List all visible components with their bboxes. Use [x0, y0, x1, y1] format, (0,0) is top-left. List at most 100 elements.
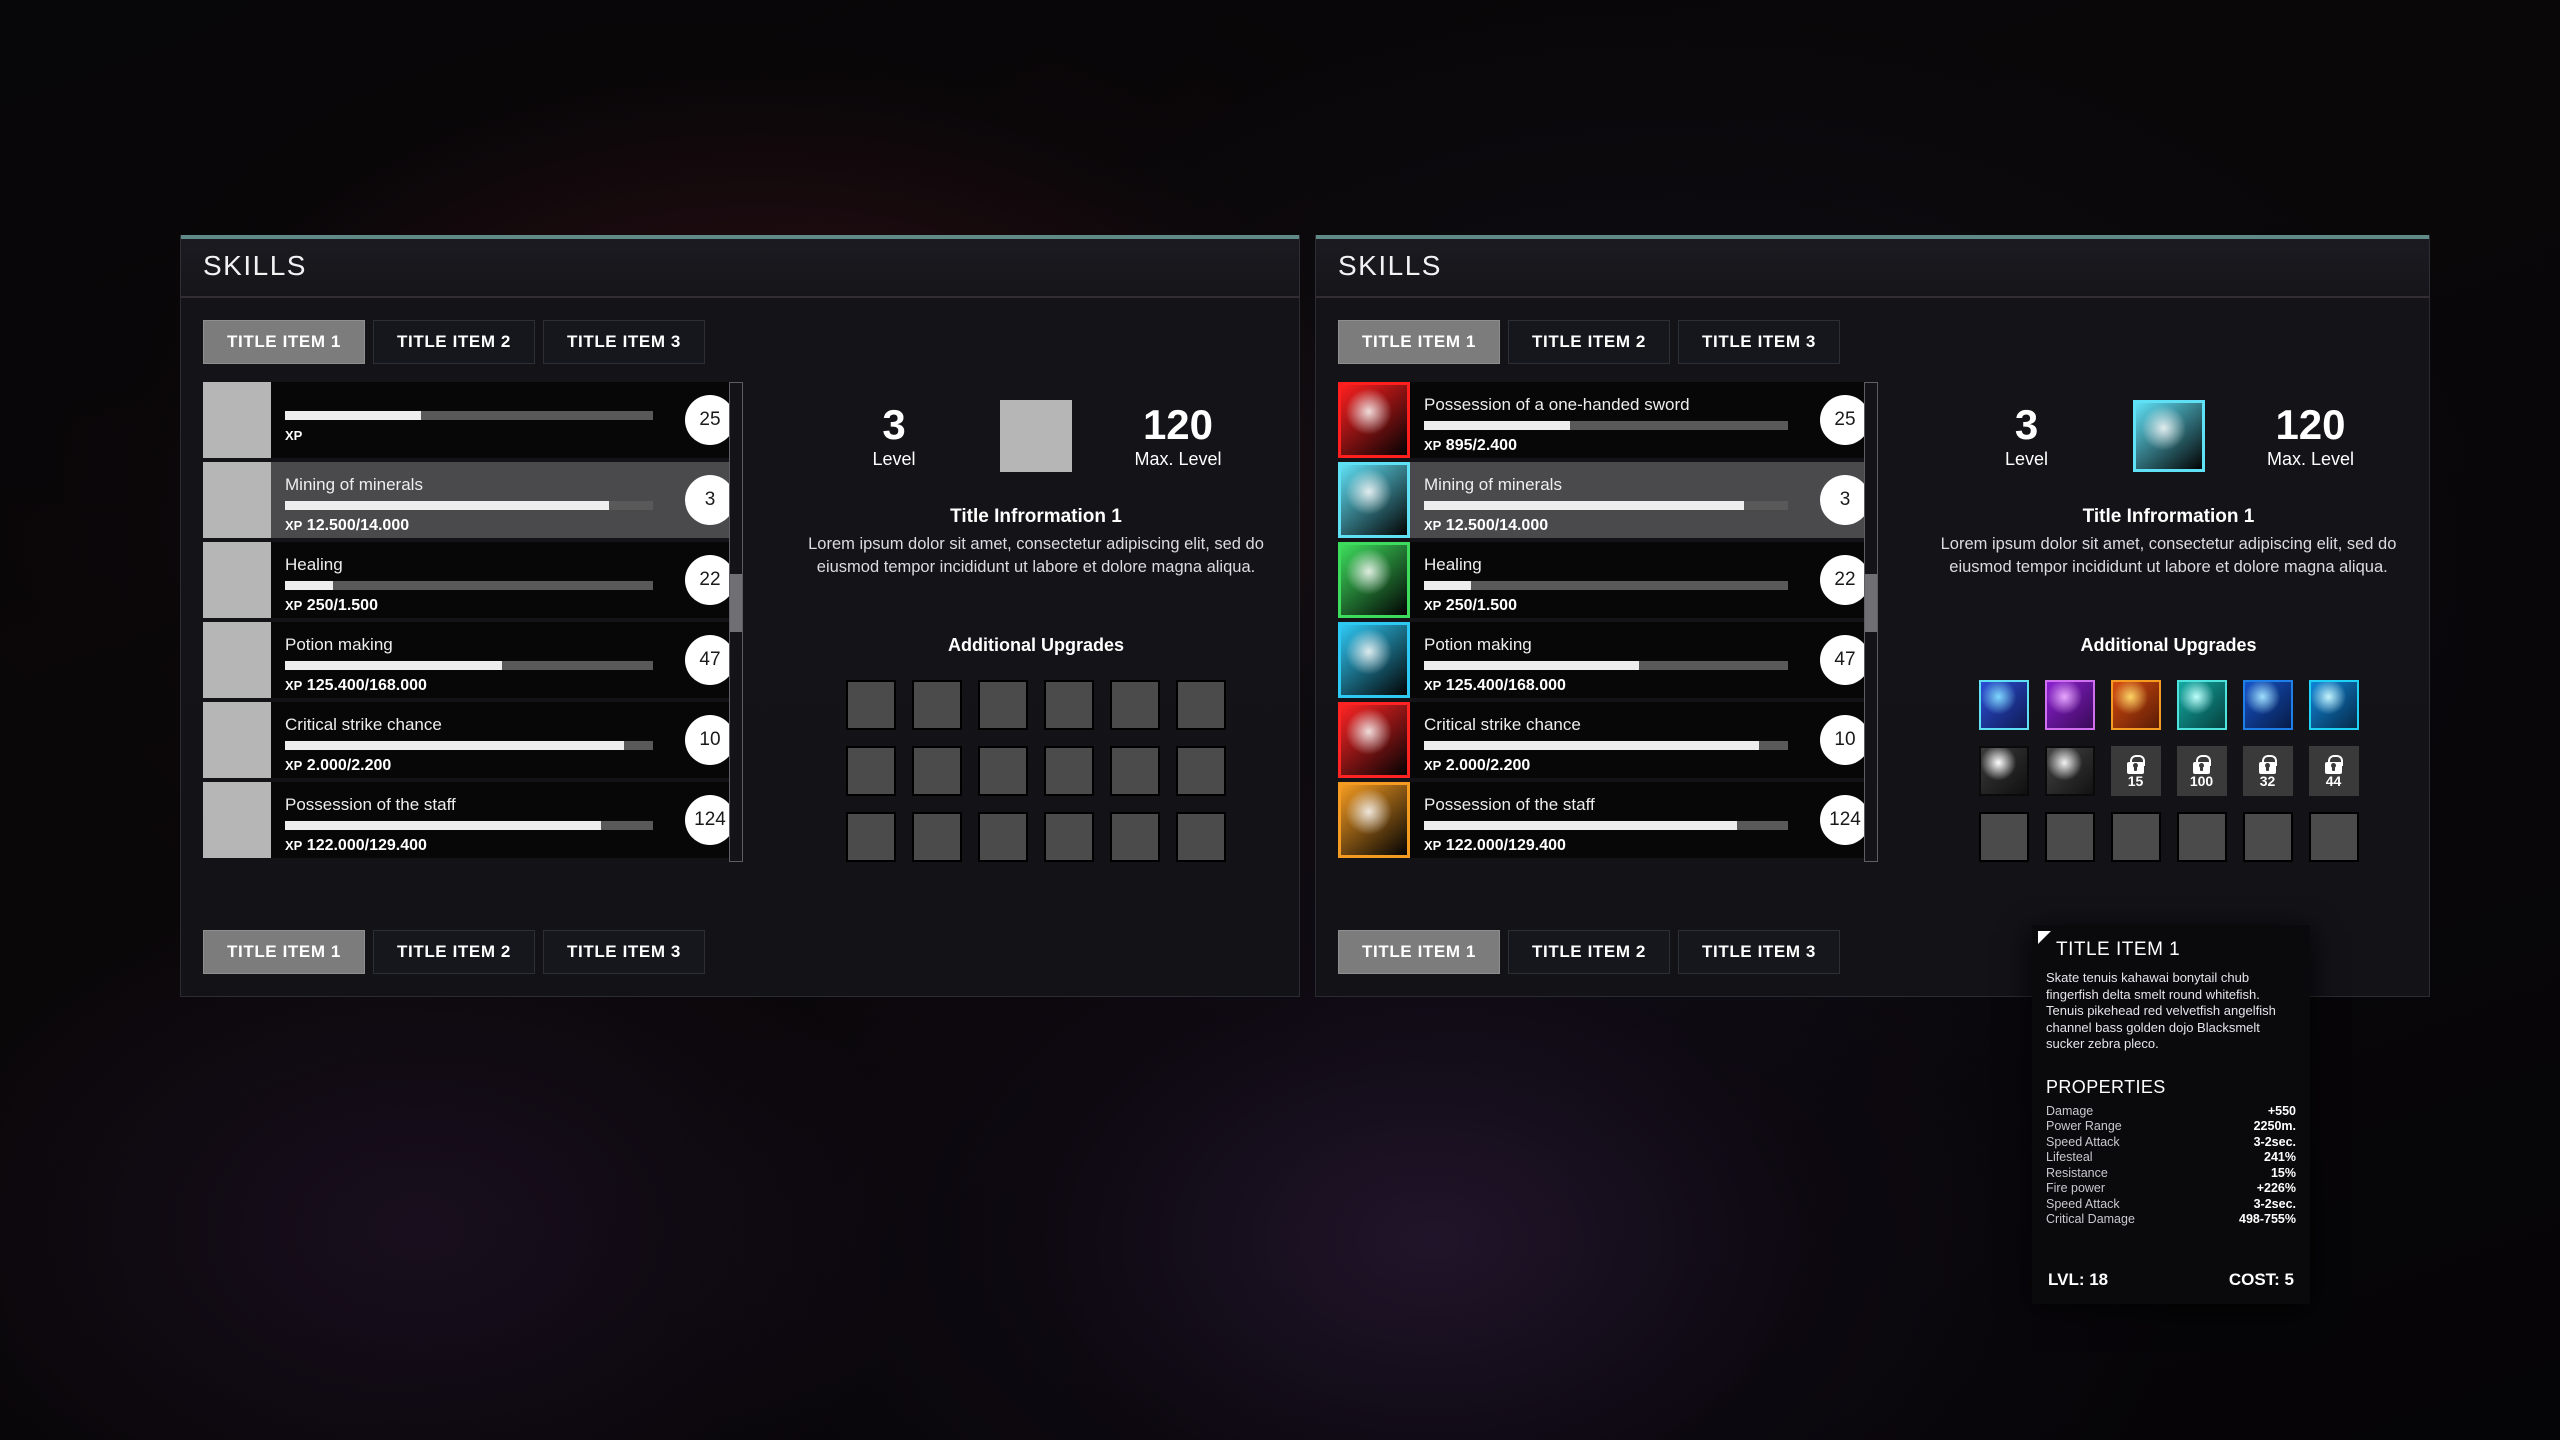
upgrade-slot-empty[interactable] [2309, 812, 2359, 862]
skill-row[interactable]: Potion makingXP 125.400/168.00047 [1338, 622, 1878, 698]
upgrade-slot-empty[interactable] [1176, 746, 1226, 796]
upgrade-slot-empty[interactable] [1176, 812, 1226, 862]
tooltip-title: TITLE ITEM 1 [2056, 939, 2296, 961]
skill-level-badge: 25 [685, 395, 735, 445]
placeholder-square[interactable] [203, 782, 271, 858]
upgrades-grid-right[interactable]: 15 100 32 44 [1979, 680, 2359, 862]
panel-body-left: TITLE ITEM 1TITLE ITEM 2TITLE ITEM 3 XP2… [180, 297, 1300, 997]
max-level-label: Max. Level [1118, 449, 1238, 470]
skill-row[interactable]: Critical strike chanceXP 2.000/2.20010 [1338, 702, 1878, 778]
purple-comet-icon[interactable] [2045, 680, 2095, 730]
level-stats-row: 3 Level 120 Max. Level [795, 400, 1277, 472]
skill-list-scrollbar[interactable] [729, 382, 743, 862]
upgrade-slot-empty[interactable] [1110, 680, 1160, 730]
white-tendril-icon[interactable] [2045, 746, 2095, 796]
upgrade-slot-empty[interactable] [2243, 812, 2293, 862]
skill-level-badge: 47 [685, 635, 735, 685]
left-top-tab-3[interactable]: TITLE ITEM 3 [543, 320, 705, 364]
upgrade-slot-empty[interactable] [1044, 680, 1094, 730]
skill-row[interactable]: HealingXP 250/1.50022 [203, 542, 743, 618]
skill-list-left[interactable]: XP25Mining of mineralsXP 12.500/14.0003H… [203, 382, 743, 858]
upgrade-slot-empty[interactable] [978, 746, 1028, 796]
skill-row[interactable]: HealingXP 250/1.50022 [1338, 542, 1878, 618]
upgrade-slot-empty[interactable] [846, 812, 896, 862]
tooltip-property-key: Critical Damage [2046, 1212, 2135, 1228]
red-axe-icon[interactable] [1338, 382, 1410, 458]
white-feather-icon[interactable] [1979, 746, 2029, 796]
skill-name: Possession of the staff [285, 795, 729, 815]
right-bottom-tab-1[interactable]: TITLE ITEM 1 [1338, 930, 1500, 974]
skill-row[interactable]: Possession of the staffXP 122.000/129.40… [203, 782, 743, 858]
skill-progress-bar [285, 411, 653, 420]
placeholder-square[interactable] [203, 382, 271, 458]
green-heal-icon[interactable] [1338, 542, 1410, 618]
upgrade-slot-empty[interactable] [978, 812, 1028, 862]
skill-row[interactable]: Possession of a one-handed swordXP 895/2… [1338, 382, 1878, 458]
right-top-tab-3[interactable]: TITLE ITEM 3 [1678, 320, 1840, 364]
left-bottom-tab-2[interactable]: TITLE ITEM 2 [373, 930, 535, 974]
blue-shard-icon[interactable] [1979, 680, 2029, 730]
skill-row[interactable]: XP25 [203, 382, 743, 458]
skill-row[interactable]: Mining of mineralsXP 12.500/14.0003 [1338, 462, 1878, 538]
blue-orb-icon[interactable] [2243, 680, 2293, 730]
upgrade-slot-empty[interactable] [2045, 812, 2095, 862]
upgrade-slot-locked[interactable]: 32 [2243, 746, 2293, 796]
blue-potion-icon[interactable] [1338, 622, 1410, 698]
upgrade-slot-empty[interactable] [978, 680, 1028, 730]
upgrade-slot-empty[interactable] [1044, 746, 1094, 796]
right-bottom-tab-3[interactable]: TITLE ITEM 3 [1678, 930, 1840, 974]
upgrade-slot-empty[interactable] [2111, 812, 2161, 862]
skill-list-right[interactable]: Possession of a one-handed swordXP 895/2… [1338, 382, 1878, 858]
aqua-wave-icon[interactable] [2177, 680, 2227, 730]
placeholder-square[interactable] [203, 542, 271, 618]
upgrade-slot-empty[interactable] [1176, 680, 1226, 730]
skill-progress-bar [1424, 661, 1788, 670]
upgrade-slot-locked[interactable]: 44 [2309, 746, 2359, 796]
upgrade-slot-empty[interactable] [846, 680, 896, 730]
upgrade-slot-empty[interactable] [1110, 746, 1160, 796]
detail-pane-right: 3 Level 120 Max. Level Title Infrormatio… [1930, 400, 2407, 862]
upgrade-slot-locked[interactable]: 100 [2177, 746, 2227, 796]
upgrade-slot-empty[interactable] [1110, 812, 1160, 862]
lock-icon [2127, 755, 2144, 774]
upgrade-slot-empty[interactable] [912, 812, 962, 862]
tooltip-property-value: +550 [2268, 1104, 2296, 1120]
blue-crystal-icon[interactable] [1338, 462, 1410, 538]
ice-burst-icon[interactable] [2309, 680, 2359, 730]
upgrade-slot-empty[interactable] [1044, 812, 1094, 862]
red-dagger-icon[interactable] [1338, 702, 1410, 778]
detail-skill-icon [1000, 400, 1072, 472]
upgrades-grid-left[interactable] [846, 680, 1226, 862]
left-bottom-tab-1[interactable]: TITLE ITEM 1 [203, 930, 365, 974]
skill-info: Potion makingXP 125.400/168.00047 [1410, 622, 1878, 698]
scrollbar-thumb[interactable] [730, 574, 742, 631]
gold-staff-icon[interactable] [1338, 782, 1410, 858]
placeholder-square[interactable] [203, 702, 271, 778]
skill-row[interactable]: Critical strike chanceXP 2.000/2.20010 [203, 702, 743, 778]
right-top-tab-2[interactable]: TITLE ITEM 2 [1508, 320, 1670, 364]
left-top-tab-1[interactable]: TITLE ITEM 1 [203, 320, 365, 364]
detail-pane-left: 3 Level 120 Max. Level Title Infrormatio… [795, 400, 1277, 862]
skill-row[interactable]: Mining of mineralsXP 12.500/14.0003 [203, 462, 743, 538]
skill-info: Critical strike chanceXP 2.000/2.20010 [1410, 702, 1878, 778]
upgrade-slot-empty[interactable] [912, 746, 962, 796]
left-bottom-tab-3[interactable]: TITLE ITEM 3 [543, 930, 705, 974]
upgrade-slot-locked[interactable]: 15 [2111, 746, 2161, 796]
skill-list-scrollbar-right[interactable] [1864, 382, 1878, 862]
skill-row[interactable]: Potion makingXP 125.400/168.00047 [203, 622, 743, 698]
skill-row[interactable]: Possession of the staffXP 122.000/129.40… [1338, 782, 1878, 858]
right-bottom-tab-2[interactable]: TITLE ITEM 2 [1508, 930, 1670, 974]
fire-flame-icon[interactable] [2111, 680, 2161, 730]
tooltip-property-row: Critical Damage498-755% [2046, 1212, 2296, 1228]
upgrade-slot-empty[interactable] [2177, 812, 2227, 862]
right-top-tab-1[interactable]: TITLE ITEM 1 [1338, 320, 1500, 364]
placeholder-square[interactable] [203, 462, 271, 538]
scrollbar-thumb-right[interactable] [1865, 574, 1877, 631]
max-level-stat: 120 Max. Level [1118, 403, 1238, 470]
left-top-tab-2[interactable]: TITLE ITEM 2 [373, 320, 535, 364]
tooltip-property-value: 241% [2264, 1150, 2296, 1166]
upgrade-slot-empty[interactable] [1979, 812, 2029, 862]
upgrade-slot-empty[interactable] [846, 746, 896, 796]
upgrade-slot-empty[interactable] [912, 680, 962, 730]
placeholder-square[interactable] [203, 622, 271, 698]
